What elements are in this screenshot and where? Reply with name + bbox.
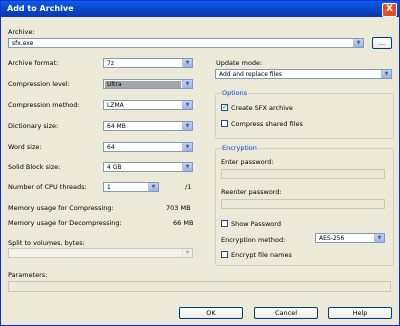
reenter-password-input[interactable] xyxy=(221,199,385,209)
cpu-threads-select[interactable]: 1 ▼ xyxy=(103,182,159,192)
compression-level-select[interactable]: Ultra ▼ xyxy=(103,79,193,89)
chevron-down-icon[interactable]: ▼ xyxy=(182,143,192,151)
encryption-method-label: Encryption method: xyxy=(221,236,286,244)
compression-method-label: Compression method: xyxy=(8,101,80,109)
create-sfx-label: Create SFX archive xyxy=(231,104,293,112)
cpu-threads-max: /1 xyxy=(185,183,192,191)
archive-format-label: Archive format: xyxy=(8,59,59,67)
close-icon: X xyxy=(386,4,393,14)
chevron-down-icon[interactable]: ▼ xyxy=(374,234,384,242)
word-size-label: Word size: xyxy=(8,143,42,151)
options-group: Options xyxy=(215,89,394,139)
encryption-method-select[interactable]: AES-256 ▼ xyxy=(315,233,385,243)
cancel-button[interactable]: Cancel xyxy=(254,307,318,319)
encryption-method-value: AES-256 xyxy=(319,235,345,242)
memory-decompress-value: 66 MB xyxy=(173,219,194,227)
solid-block-size-label: Solid Block size: xyxy=(8,163,61,171)
archive-format-select[interactable]: 7z ▼ xyxy=(103,58,193,68)
close-button[interactable]: X xyxy=(382,3,397,17)
dictionary-size-select[interactable]: 64 MB ▼ xyxy=(103,121,193,131)
solid-block-size-select[interactable]: 4 GB ▼ xyxy=(103,162,193,172)
memory-compress-value: 703 MB xyxy=(166,204,191,212)
parameters-input[interactable] xyxy=(8,281,391,292)
chevron-down-icon[interactable]: ▼ xyxy=(182,249,192,257)
memory-decompress-label: Memory usage for Decompressing: xyxy=(8,219,122,227)
encrypt-names-checkbox[interactable] xyxy=(221,251,228,258)
enter-password-label: Enter password: xyxy=(221,158,274,166)
word-size-value: 64 xyxy=(107,144,115,151)
chevron-down-icon[interactable]: ▼ xyxy=(381,70,391,78)
update-mode-value: Add and replace files xyxy=(219,71,283,78)
archive-path-combo[interactable]: sfx.exe ▼ xyxy=(8,38,364,48)
chevron-down-icon[interactable]: ▼ xyxy=(148,183,158,191)
chevron-down-icon[interactable]: ▼ xyxy=(353,39,363,47)
window-title: Add to Archive xyxy=(7,4,74,13)
parameters-label: Parameters: xyxy=(8,271,48,279)
reenter-password-label: Reenter password: xyxy=(221,188,282,196)
split-volumes-label: Split to volumes, bytes: xyxy=(8,239,85,247)
solid-block-size-value: 4 GB xyxy=(107,164,122,171)
compression-method-select[interactable]: LZMA ▼ xyxy=(103,100,193,110)
dictionary-size-value: 64 MB xyxy=(107,123,126,130)
cpu-threads-value: 1 xyxy=(107,184,111,191)
word-size-select[interactable]: 64 ▼ xyxy=(103,142,193,152)
chevron-down-icon[interactable]: ▼ xyxy=(182,59,192,67)
compress-shared-checkbox[interactable] xyxy=(221,120,228,127)
encrypt-names-label: Encrypt file names xyxy=(231,251,292,259)
create-sfx-checkbox[interactable] xyxy=(221,103,228,111)
chevron-down-icon[interactable]: ▼ xyxy=(182,163,192,171)
update-mode-label: Update mode: xyxy=(216,59,263,67)
compression-level-value: Ultra xyxy=(105,81,181,88)
encryption-group-title: Encryption xyxy=(221,144,258,152)
show-password-label: Show Password xyxy=(231,220,281,228)
options-group-title: Options xyxy=(221,89,249,97)
compress-shared-label: Compress shared files xyxy=(231,120,303,128)
split-volumes-select[interactable]: ▼ xyxy=(8,248,193,258)
dictionary-size-label: Dictionary size: xyxy=(8,122,59,130)
title-bar: Add to Archive X xyxy=(1,1,399,17)
show-password-checkbox[interactable] xyxy=(221,220,228,227)
update-mode-select[interactable]: Add and replace files ▼ xyxy=(215,69,392,79)
archive-label: Archive: xyxy=(8,28,35,36)
ok-button[interactable]: OK xyxy=(179,307,243,319)
archive-format-value: 7z xyxy=(107,60,114,67)
chevron-down-icon[interactable]: ▼ xyxy=(182,101,192,109)
compression-level-label: Compression level: xyxy=(8,80,70,88)
chevron-down-icon[interactable]: ▼ xyxy=(182,122,192,130)
enter-password-input[interactable] xyxy=(221,169,385,179)
help-button[interactable]: Help xyxy=(328,307,392,319)
chevron-down-icon[interactable]: ▼ xyxy=(182,80,192,88)
archive-path-value: sfx.exe xyxy=(12,40,34,47)
compression-method-value: LZMA xyxy=(107,102,124,109)
cpu-threads-label: Number of CPU threads: xyxy=(8,183,87,191)
add-to-archive-dialog: Add to Archive X Archive: sfx.exe ▼ ... … xyxy=(0,0,400,326)
browse-button[interactable]: ... xyxy=(372,37,392,49)
memory-compress-label: Memory usage for Compressing: xyxy=(8,204,114,212)
